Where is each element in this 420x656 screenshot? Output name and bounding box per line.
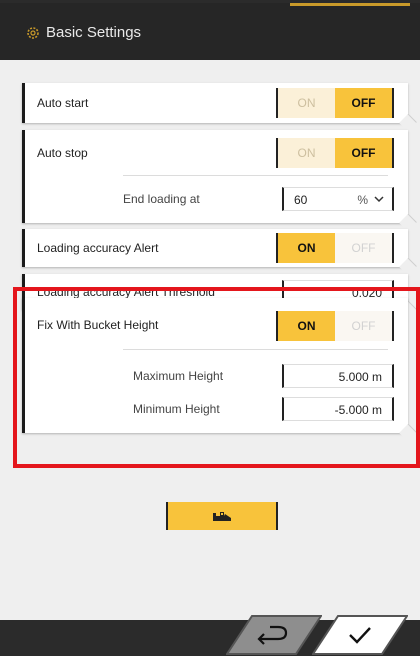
- loading-alert-off-option[interactable]: OFF: [335, 233, 392, 263]
- loading-alert-row: Loading accuracy Alert ON OFF: [22, 229, 408, 267]
- end-loading-value: 60: [294, 193, 308, 207]
- auto-start-label: Auto start: [37, 96, 89, 110]
- end-loading-label: End loading at: [123, 192, 200, 206]
- auto-stop-toggle[interactable]: ON OFF: [276, 138, 394, 168]
- gear-icon: [27, 26, 39, 39]
- auto-start-off-option[interactable]: OFF: [335, 88, 392, 118]
- chevron-down-icon: [374, 196, 384, 203]
- end-loading-select[interactable]: 60 %: [282, 187, 394, 211]
- excavator-action-button[interactable]: [166, 502, 278, 530]
- back-button[interactable]: [226, 613, 322, 655]
- header-accent-stripe: [290, 3, 410, 6]
- excavator-icon: [213, 512, 231, 521]
- auto-stop-on-option[interactable]: ON: [278, 138, 335, 168]
- header-bar: Basic Settings: [0, 0, 420, 60]
- auto-stop-label: Auto stop: [37, 146, 88, 160]
- confirm-button[interactable]: [312, 613, 408, 655]
- auto-start-on-option[interactable]: ON: [278, 88, 335, 118]
- end-loading-unit: %: [357, 193, 368, 207]
- page-title: Basic Settings: [26, 24, 141, 41]
- highlight-frame: [13, 287, 420, 468]
- loading-alert-toggle[interactable]: ON OFF: [276, 233, 394, 263]
- auto-start-toggle[interactable]: ON OFF: [276, 88, 394, 118]
- auto-stop-divider: [123, 175, 388, 176]
- auto-start-row: Auto start ON OFF: [22, 83, 408, 123]
- loading-alert-label: Loading accuracy Alert: [37, 241, 159, 255]
- auto-stop-row: Auto stop ON OFF End loading at 60 %: [22, 130, 408, 223]
- loading-alert-on-option[interactable]: ON: [278, 233, 335, 263]
- auto-stop-off-option[interactable]: OFF: [335, 138, 392, 168]
- page-title-text: Basic Settings: [46, 24, 142, 41]
